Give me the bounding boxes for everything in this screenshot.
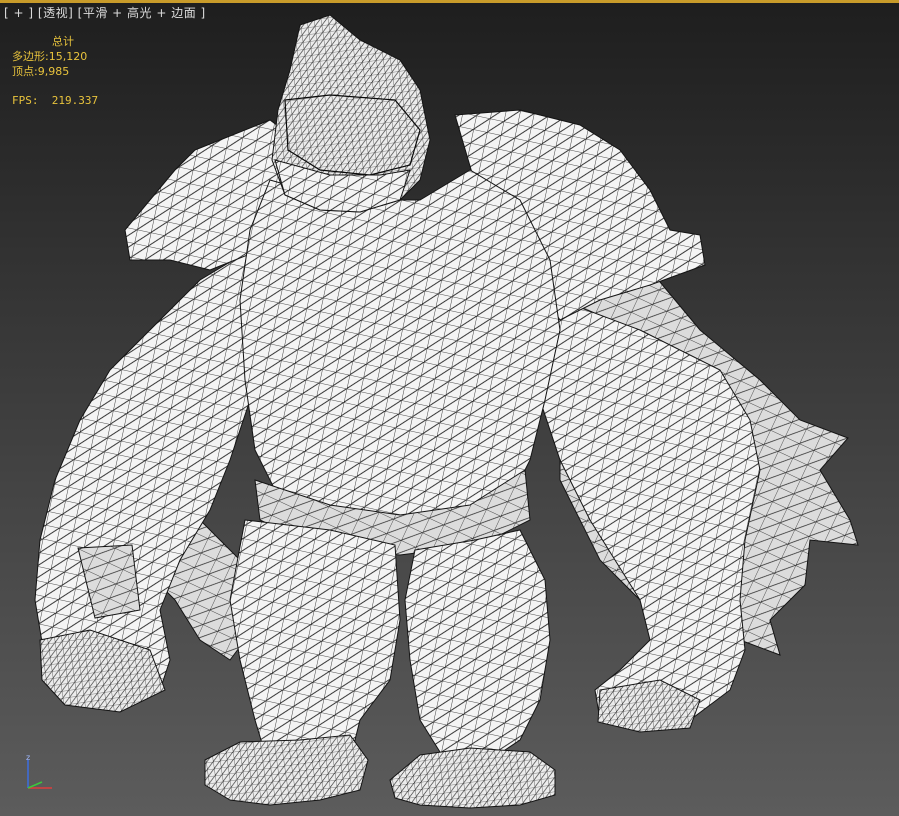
mesh-head xyxy=(271,14,431,213)
z-axis-label: z xyxy=(26,753,30,762)
mesh-right-leg xyxy=(389,529,556,809)
y-axis-line xyxy=(27,781,43,789)
character-mesh[interactable] xyxy=(0,0,899,816)
mesh-torso xyxy=(239,169,561,556)
3d-viewport[interactable]: [ + ] [透视] [平滑 + 高光 + 边面 ] 总计 多边形:15,120… xyxy=(0,0,899,816)
axis-gizmo: z xyxy=(26,753,52,789)
